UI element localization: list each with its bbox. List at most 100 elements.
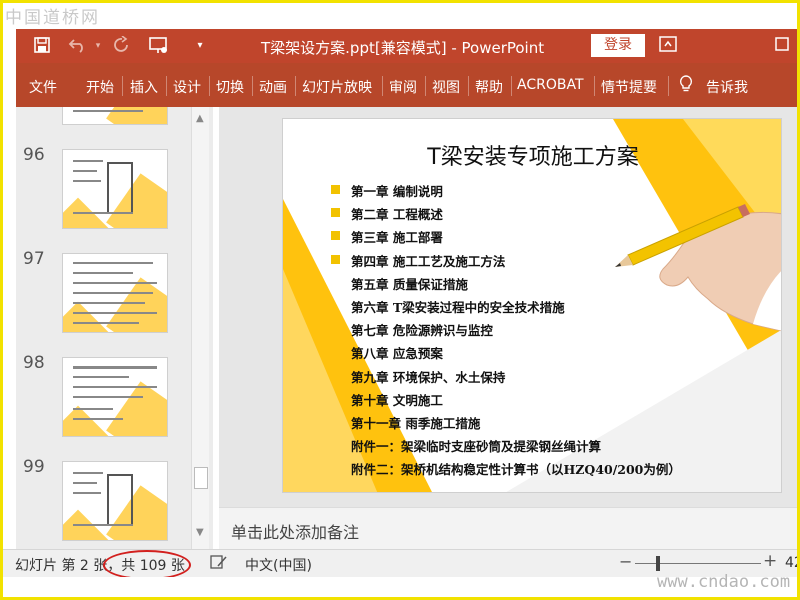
tab-acrobat[interactable]: ACROBAT (517, 77, 584, 93)
thumb-drawing (107, 474, 133, 526)
ribbon-display-icon[interactable] (658, 36, 678, 56)
tab-design[interactable]: 设计 (173, 77, 201, 97)
thumb-text-line (73, 396, 143, 398)
redo-icon[interactable] (112, 35, 132, 56)
maximize-icon[interactable] (772, 36, 792, 56)
thumb-text-line (73, 110, 143, 112)
scrollbar-thumb[interactable] (194, 467, 208, 489)
slide-thumbnail[interactable] (62, 461, 168, 541)
toc-bullet (331, 254, 340, 264)
tab-separator (511, 76, 512, 96)
toc-item: 第五章 质量保证措施 (351, 276, 468, 292)
slide-editor: T梁安装专项施工方案 第一章 编制说明 第二章 工程概述 第三章 施工部署 第四章 施… (219, 107, 797, 507)
toc-bullet (331, 231, 340, 241)
tab-insert[interactable]: 插入 (130, 77, 158, 97)
tab-home[interactable]: 开始 (86, 77, 114, 97)
title-bar: ▾ ▾ T梁架设方案.ppt[兼容模式] - PowerPoint 登录 (16, 29, 797, 63)
ribbon-tabs: 文件 开始 插入 设计 切换 动画 幻灯片放映 审阅 视图 帮助 ACROBAT… (16, 63, 797, 107)
tab-storyboard[interactable]: 情节提要 (601, 77, 657, 97)
thumb-text-line (73, 418, 123, 420)
slide-thumbnail[interactable] (62, 107, 168, 125)
scroll-down-icon[interactable]: ▼ (196, 527, 204, 538)
tab-animations[interactable]: 动画 (259, 77, 287, 97)
tab-help[interactable]: 帮助 (475, 77, 503, 97)
thumb-text-line (73, 492, 101, 494)
zoom-out-icon[interactable]: − (619, 552, 632, 571)
toc-item: 第六章 T梁安装过程中的安全技术措施 (351, 300, 565, 315)
thumb-text-line (73, 170, 97, 172)
thumb-decoration (106, 381, 167, 436)
save-icon[interactable] (32, 36, 52, 56)
undo-icon[interactable] (68, 36, 88, 56)
tab-separator (594, 76, 595, 96)
slide-thumbnail[interactable] (62, 357, 168, 437)
notes-pane[interactable]: 单击此处添加备注 (219, 507, 797, 549)
thumb-text-line (73, 482, 97, 484)
tab-slideshow[interactable]: 幻灯片放映 (302, 77, 372, 97)
tell-me-search[interactable]: 告诉我 (706, 77, 748, 97)
watermark-bottom: www.cndao.com (657, 572, 791, 592)
thumb-text-line (73, 212, 133, 214)
customize-icon[interactable]: ▾ (190, 36, 210, 56)
thumb-text-line (73, 272, 133, 274)
thumb-text-line (73, 322, 139, 324)
toc-item: 第七章 危险源辨识与监控 (351, 323, 493, 339)
tab-file[interactable]: 文件 (29, 77, 57, 97)
watermark-top: 中国道桥网 (5, 8, 100, 28)
thumbnail-scrollbar[interactable]: ▲ ▼ (191, 107, 209, 549)
tab-separator (209, 76, 210, 96)
tab-separator (425, 76, 426, 96)
present-icon[interactable] (148, 36, 168, 56)
zoom-slider[interactable] (635, 563, 761, 564)
tab-view[interactable]: 视图 (432, 77, 460, 97)
tab-separator (252, 76, 253, 96)
slide-number: 98 (23, 353, 45, 373)
tab-separator (295, 76, 296, 96)
login-button[interactable]: 登录 (591, 34, 645, 57)
app-frame: 中国道桥网 ▾ ▾ T梁架设方案.ppt[兼容模式] - PowerPoint … (0, 0, 800, 600)
toc-item: 第十章 文明施工 (351, 392, 443, 408)
slide-number: 96 (23, 145, 45, 165)
toc-bullet (331, 208, 340, 218)
thumb-text-line (73, 262, 153, 264)
tab-separator (122, 76, 123, 96)
tab-separator (382, 76, 383, 96)
scroll-up-icon[interactable]: ▲ (196, 113, 204, 124)
toc-item: 附件二：架桥机结构稳定性计算书（以HZQ40/200为例） (351, 462, 681, 478)
current-slide[interactable]: T梁安装专项施工方案 第一章 编制说明 第二章 工程概述 第三章 施工部署 第四章 施… (282, 118, 782, 493)
zoom-level[interactable]: 42 (785, 555, 797, 571)
toc-item: 附件一：架梁临时支座砂筒及提梁钢丝绳计算 (351, 439, 602, 455)
thumb-text-line (73, 312, 157, 314)
zoom-slider-handle[interactable] (656, 556, 660, 571)
tab-separator (166, 76, 167, 96)
thumb-text-line (73, 302, 145, 304)
slide-thumbnail[interactable] (62, 253, 168, 333)
tab-review[interactable]: 审阅 (389, 77, 417, 97)
thumb-decoration (106, 277, 167, 332)
toc-item: 第十一章 雨季施工措施 (351, 416, 481, 431)
spell-check-icon[interactable] (210, 554, 228, 574)
undo-dropdown-icon[interactable]: ▾ (88, 36, 108, 56)
toc-bullet (331, 185, 340, 194)
slide-thumbnail-pane: 96 97 98 99 (16, 107, 213, 549)
thumb-text-line (73, 408, 113, 410)
thumb-text-line (73, 282, 157, 284)
document-title: T梁架设方案.ppt[兼容模式] - PowerPoint (261, 39, 545, 57)
tab-separator (468, 76, 469, 96)
thumb-text-line (73, 292, 153, 294)
toc-item: 第二章 工程概述 (351, 207, 443, 223)
thumb-text-line (73, 180, 101, 182)
lightbulb-icon[interactable] (679, 75, 693, 97)
tab-transitions[interactable]: 切换 (216, 77, 244, 97)
thumb-text-line (73, 366, 157, 369)
thumb-decoration (63, 405, 114, 436)
thumb-text-line (73, 524, 133, 526)
zoom-in-icon[interactable]: + (763, 551, 777, 571)
toc-item: 第四章 施工工艺及施工方法 (351, 253, 506, 269)
toc-item: 第一章 编制说明 (351, 184, 443, 199)
thumb-text-line (73, 376, 129, 378)
slide-thumbnail[interactable] (62, 149, 168, 229)
language-indicator[interactable]: 中文(中国) (245, 555, 312, 575)
thumb-text-line (73, 386, 157, 388)
thumb-text-line (73, 160, 103, 162)
